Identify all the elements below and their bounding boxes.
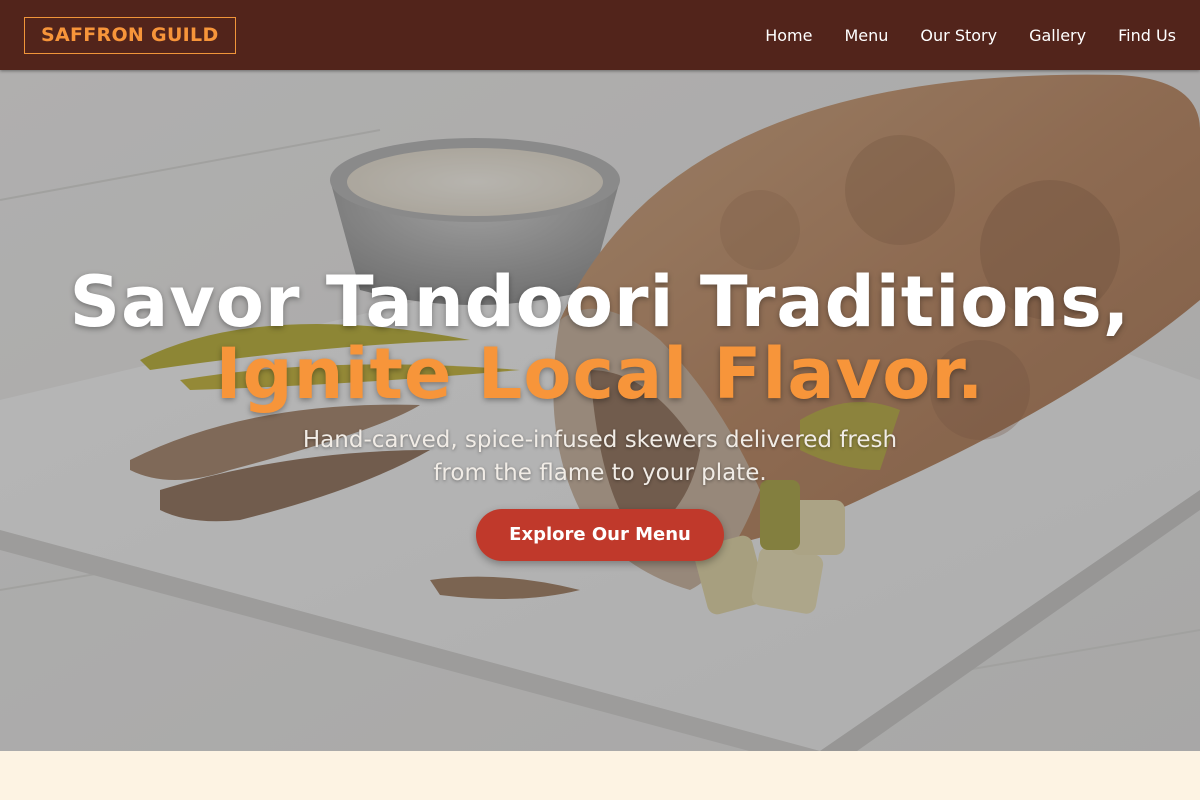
explore-menu-button[interactable]: Explore Our Menu [476,509,724,561]
next-section [0,751,1200,800]
nav-link-our-story[interactable]: Our Story [920,26,997,45]
nav-link-gallery[interactable]: Gallery [1029,26,1086,45]
hero-title-line1: Savor Tandoori Traditions, [69,261,1131,343]
main-nav: Home Menu Our Story Gallery Find Us [765,26,1176,45]
hero-title: Savor Tandoori Traditions, Ignite Local … [0,266,1200,410]
hero-title-line2: Ignite Local Flavor. [215,333,985,415]
nav-link-home[interactable]: Home [765,26,812,45]
hero-section: Savor Tandoori Traditions, Ignite Local … [0,70,1200,751]
nav-link-menu[interactable]: Menu [844,26,888,45]
hero-content: Savor Tandoori Traditions, Ignite Local … [0,266,1200,561]
hero-subtitle: Hand-carved, spice-infused skewers deliv… [302,427,898,486]
brand-logo[interactable]: SAFFRON GUILD [24,16,236,54]
nav-link-find-us[interactable]: Find Us [1118,26,1176,45]
navbar: SAFFRON GUILD Home Menu Our Story Galler… [0,0,1200,70]
